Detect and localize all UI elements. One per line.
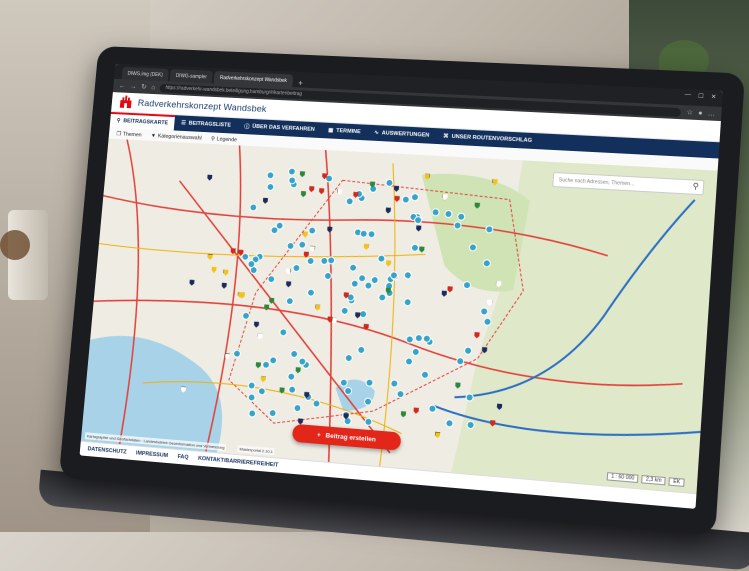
laptop: DIWG.img (DEK) DIWG-sampler Radverkehrsk… (37, 45, 749, 571)
legend-icon: ⚲ (210, 135, 216, 142)
calendar-icon: ▦ (327, 127, 334, 134)
tab-label: DIWG-sampler (175, 72, 208, 80)
tab-label: AUSWERTUNGEN (381, 130, 430, 139)
map-cluster-marker[interactable] (483, 317, 492, 326)
map-cluster-marker[interactable] (453, 220, 462, 230)
window-controls: — ☐ ✕ (684, 92, 716, 100)
tab-label: UNSER ROUTENVORSCHLAG (451, 133, 533, 144)
tab-label: BEITRAGSKARTE (123, 118, 169, 127)
tab-label: BEITRAGSLISTE (188, 120, 232, 129)
chart-icon: ∿ (373, 130, 380, 137)
map-cluster-marker[interactable] (403, 270, 412, 280)
plus-icon: + (316, 431, 322, 439)
footer-link-faq[interactable]: FAQ (177, 454, 188, 461)
page-title: Radverkehrskonzept Wandsbek (137, 97, 267, 115)
tab-label: DIWG.img (DEK) (127, 70, 164, 78)
toolbar-label: Kategorienauswahl (157, 133, 202, 142)
tab-label: Radverkehrskonzept Wandsbek (219, 74, 288, 84)
tab-beitragskarte[interactable]: ⚲ BEITRAGSKARTE (109, 111, 176, 131)
tab-termine[interactable]: ▦ TERMINE (321, 122, 368, 140)
maximize-icon[interactable]: ☐ (698, 93, 704, 100)
map-cluster-marker[interactable] (427, 404, 437, 413)
more-icon[interactable]: … (708, 110, 716, 117)
reload-icon[interactable]: ↻ (141, 83, 147, 91)
map-cluster-marker[interactable] (443, 209, 453, 219)
map-cluster-marker[interactable] (389, 270, 398, 280)
footer-link-kontakt[interactable]: KONTAKT/BARRIEREFREIHEIT (198, 456, 279, 469)
tab-label: ÜBER DAS VERFAHREN (252, 123, 315, 133)
route-icon: ⌘ (442, 133, 449, 140)
profile-icon[interactable]: ● (698, 109, 703, 116)
map-cluster-marker[interactable] (343, 386, 352, 396)
map-cluster-marker[interactable] (306, 256, 315, 266)
legend-button[interactable]: ⚲ Legende (211, 136, 237, 143)
themes-button[interactable]: ❐ Themen (116, 131, 142, 138)
map-cluster-marker[interactable] (364, 378, 374, 387)
new-tab-button[interactable]: + (294, 79, 307, 88)
close-icon[interactable]: ✕ (711, 93, 717, 100)
zoom-label[interactable]: EK (668, 477, 685, 487)
toolbar-label: Legende (216, 136, 238, 143)
filter-icon: ▼ (150, 132, 157, 139)
map-cluster-marker[interactable] (366, 229, 376, 239)
info-icon: ⓘ (243, 124, 250, 131)
coffee-surface (0, 230, 30, 260)
hamburg-logo-icon (119, 95, 132, 109)
list-icon: ☰ (180, 120, 187, 127)
back-icon[interactable]: ← (119, 82, 126, 89)
browser-tab[interactable]: DIWG-sampler (169, 69, 213, 84)
create-button-label: Beitrag erstellen (325, 431, 377, 444)
home-icon[interactable]: ⌂ (151, 84, 156, 91)
map-cluster-marker[interactable] (286, 372, 296, 381)
browser-tab[interactable]: DIWG.img (DEK) (121, 66, 169, 82)
map-cluster-marker[interactable] (247, 392, 256, 402)
tab-label: TERMINE (335, 128, 361, 136)
map-canvas[interactable]: Suche nach Adressen, Themen... ⚲ Kartogr… (80, 138, 718, 495)
category-filter-button[interactable]: ▼ Kategorienauswahl (151, 133, 202, 141)
map-cluster-marker[interactable] (363, 281, 373, 290)
forward-icon[interactable]: → (130, 83, 137, 90)
footer-link-datenschutz[interactable]: DATENSCHUTZ (87, 446, 126, 455)
layers-icon: ❐ (116, 130, 122, 137)
map-pin-icon: ⚲ (116, 118, 121, 124)
laptop-screen: DIWG.img (DEK) DIWG-sampler Radverkehrsk… (79, 63, 723, 509)
map-cluster-marker[interactable] (312, 398, 321, 408)
search-placeholder: Suche nach Adressen, Themen... (558, 176, 635, 187)
map-cluster-marker[interactable] (289, 349, 298, 359)
map-cluster-marker[interactable] (265, 182, 275, 192)
search-icon[interactable]: ⚲ (690, 181, 701, 192)
toolbar-label: Themen (122, 131, 142, 138)
footer-link-impressum[interactable]: IMPRESSUM (136, 450, 169, 459)
favorites-icon[interactable]: ☆ (686, 108, 693, 116)
map-cluster-marker[interactable] (340, 306, 349, 315)
tab-beitragsliste[interactable]: ☰ BEITRAGSLISTE (174, 115, 238, 134)
minimize-icon[interactable]: — (684, 92, 691, 99)
